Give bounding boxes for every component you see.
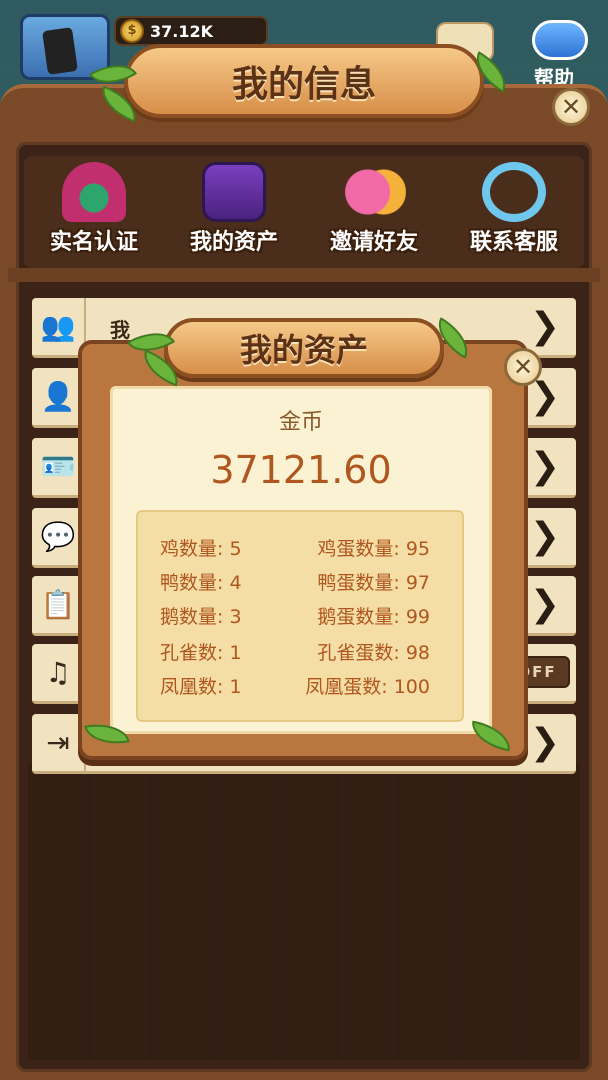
phone-icon [42, 27, 78, 75]
my-assets-button[interactable]: 我的资产 [164, 156, 304, 256]
close-icon: ✕ [560, 93, 582, 121]
realname-icon [62, 162, 126, 222]
close-icon: ✕ [512, 353, 534, 381]
realname-label: 实名认证 [49, 230, 138, 255]
phoenix-count: 凤凰数: 1 [160, 676, 242, 698]
divider [8, 268, 600, 282]
panel-wood-background [28, 760, 580, 1060]
goose-egg-count: 鹅蛋数量: 99 [317, 606, 430, 628]
invite-friends-button[interactable]: 邀请好友 [304, 156, 444, 256]
realname-button[interactable]: 实名认证 [24, 156, 164, 256]
duck-count: 鸭数量: 4 [160, 572, 242, 594]
chevron-right-icon: ❯ [529, 584, 560, 625]
peacock-count: 孔雀数: 1 [160, 642, 242, 664]
duck-egg-count: 鸭蛋数量: 97 [317, 572, 430, 594]
assets-dialog-close-button[interactable]: ✕ [504, 348, 542, 386]
coin-counter: $ 37.12K [114, 16, 268, 46]
invite-icon [342, 162, 406, 222]
chevron-right-icon: ❯ [529, 722, 560, 763]
service-icon [482, 162, 546, 222]
feature-icon-row: 实名认证 我的资产 邀请好友 联系客服 [24, 156, 584, 268]
goose-count: 鹅数量: 3 [160, 606, 242, 628]
list-item-label: 我 [110, 318, 130, 342]
coin-icon: $ [120, 19, 144, 43]
chicken-count: 鸡数量: 5 [160, 538, 242, 560]
contact-service-label: 联系客服 [469, 230, 558, 255]
panel-close-button[interactable]: ✕ [552, 88, 590, 126]
coin-value: 37121.60 [210, 448, 392, 492]
assets-icon [202, 162, 266, 222]
help-icon [532, 20, 588, 60]
chevron-right-icon: ❯ [529, 516, 560, 557]
help-button[interactable]: 帮助 [526, 16, 596, 90]
contact-service-button[interactable]: 联系客服 [444, 156, 584, 256]
assets-dialog-title-plank: 我的资产 [164, 318, 444, 378]
panel-title: 我的信息 [231, 64, 376, 105]
coin-counter-value: 37.12K [150, 21, 214, 41]
assets-dialog-title: 我的资产 [239, 331, 368, 369]
coin-label: 金币 [278, 410, 323, 435]
my-assets-label: 我的资产 [189, 230, 278, 255]
users-icon: 👥 [32, 298, 86, 355]
chevron-right-icon: ❯ [529, 306, 560, 347]
phoenix-egg-count: 凤凰蛋数: 100 [305, 676, 430, 698]
panel-title-plank: 我的信息 [124, 44, 484, 118]
chicken-egg-count: 鸡蛋数量: 95 [317, 538, 430, 560]
peacock-egg-count: 孔雀蛋数: 98 [317, 642, 430, 664]
chevron-right-icon: ❯ [529, 446, 560, 487]
invite-friends-label: 邀请好友 [329, 230, 418, 255]
